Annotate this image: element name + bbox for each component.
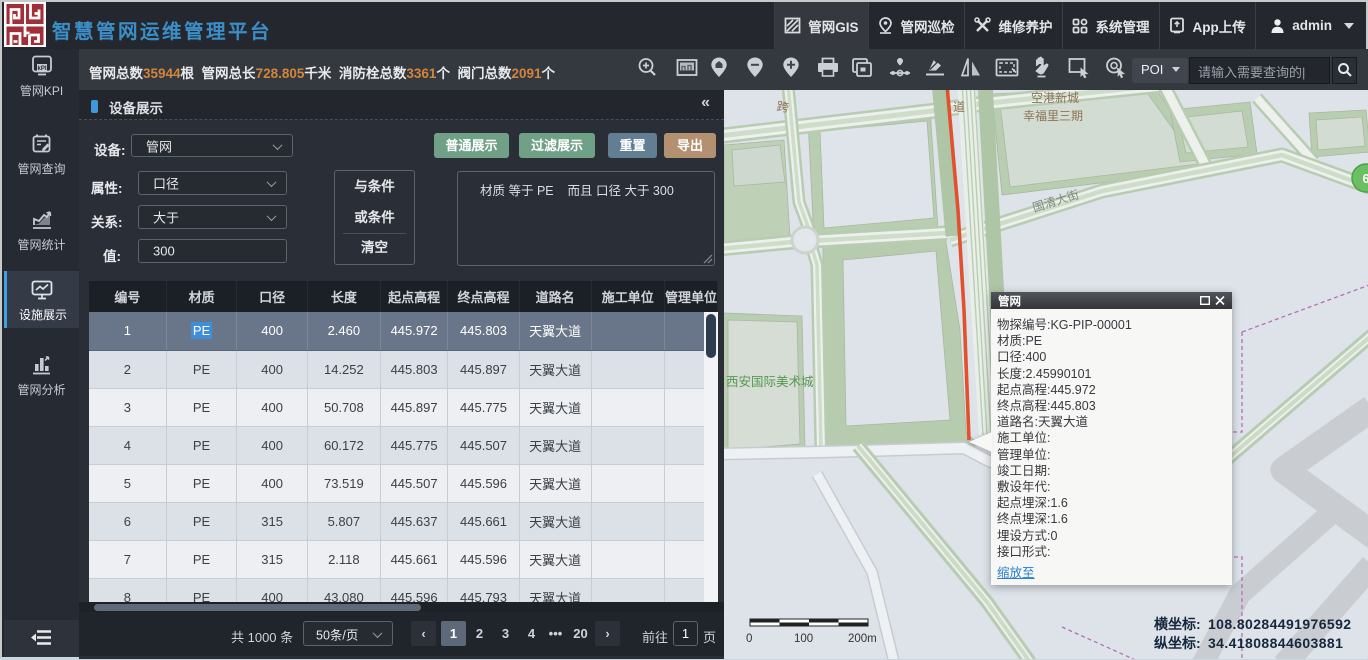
svg-text:幸福里三期: 幸福里三期 [1023,108,1083,123]
svg-text:34.41808844603881: 34.41808844603881 [1208,635,1343,651]
svg-text:西安国际美术城: 西安国际美术城 [726,374,814,389]
svg-text:道: 道 [953,100,965,114]
svg-text:纵坐标:: 纵坐标: [1154,635,1201,651]
svg-text:6: 6 [1362,171,1368,186]
svg-text:空港新城: 空港新城 [1031,90,1079,105]
svg-text:跨: 跨 [776,99,790,115]
svg-text:108.80284491976592: 108.80284491976592 [1208,616,1351,632]
svg-text:200m: 200m [848,633,877,645]
svg-text:100: 100 [794,633,813,645]
svg-text:横坐标:: 横坐标: [1154,616,1201,632]
svg-text:0: 0 [746,633,752,645]
svg-text:kPI: kPI [37,66,46,72]
